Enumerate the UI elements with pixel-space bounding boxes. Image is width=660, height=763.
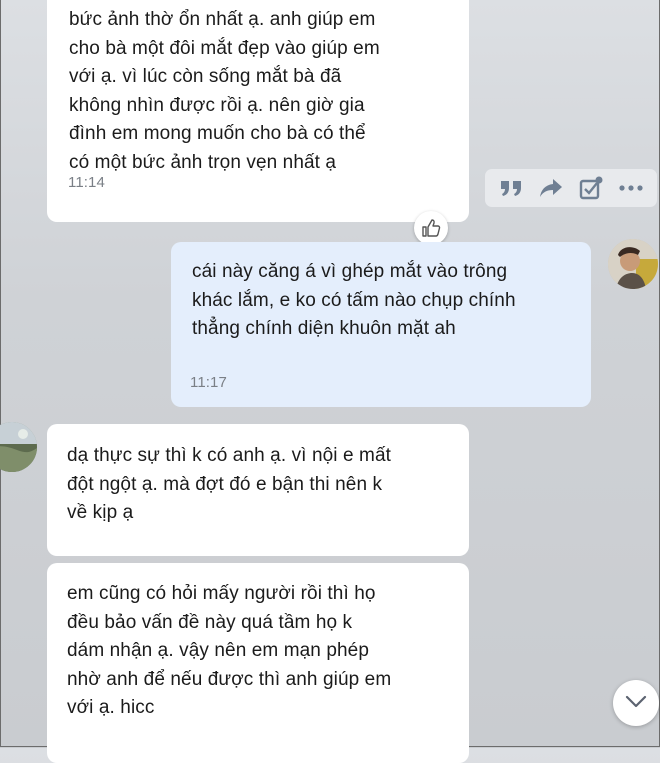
message-line: bức ảnh thờ ổn nhất ạ. anh giúp em — [69, 9, 376, 30]
incoming-message[interactable]: bức ảnh thờ ổn nhất ạ. anh giúp em cho b… — [47, 0, 469, 222]
avatar[interactable] — [0, 422, 37, 472]
message-line: nhờ anh để nếu được thì anh giúp em — [67, 668, 392, 690]
incoming-message[interactable]: dạ thực sự thì k có anh ạ. vì nội e mất … — [47, 424, 469, 556]
outgoing-message[interactable]: cái này căng á vì ghép mắt vào trông khá… — [171, 242, 591, 407]
message-line: có một bức ảnh trọn vẹn nhất ạ — [69, 151, 337, 173]
message-line: với ạ. hicc — [67, 697, 155, 718]
forward-icon[interactable] — [537, 174, 565, 202]
message-timestamp: 11:17 — [190, 374, 227, 391]
message-line: về kịp ạ — [67, 502, 134, 523]
more-icon[interactable] — [617, 174, 645, 202]
chat-window: bức ảnh thờ ổn nhất ạ. anh giúp em cho b… — [0, 0, 660, 763]
message-line: em cũng có hỏi mấy người rồi thì họ — [67, 583, 376, 604]
message-line: đều bảo vấn đề này quá tầm họ k — [67, 611, 353, 633]
message-line: với ạ. vì lúc còn sống mắt bà đã — [69, 66, 342, 87]
message-line: dám nhận ạ. vậy nên em mạn phép — [67, 640, 370, 661]
message-line: không nhìn được rồi ạ. nên giờ gia — [69, 94, 365, 116]
message-actions-toolbar — [485, 169, 657, 207]
incoming-message[interactable]: em cũng có hỏi mấy người rồi thì họ đều … — [47, 563, 469, 763]
avatar[interactable] — [608, 239, 658, 289]
message-line: khác lắm, e ko có tấm nào chụp chính — [192, 289, 516, 311]
message-line: cho bà một đôi mắt đẹp vào giúp em — [69, 37, 380, 59]
message-line: đình em mong muốn cho bà có thể — [69, 123, 366, 144]
message-line: cái này căng á vì ghép mắt vào trông — [192, 261, 508, 282]
quote-icon[interactable] — [497, 174, 525, 202]
scroll-to-bottom-button[interactable] — [613, 680, 659, 726]
message-line: đột ngột ạ. mà đợt đó e bận thi nên k — [67, 473, 383, 495]
message-line: thẳng chính diện khuôn mặt ah — [192, 318, 456, 339]
thumbs-up-icon[interactable] — [414, 211, 448, 245]
task-icon[interactable] — [577, 174, 605, 202]
message-line: dạ thực sự thì k có anh ạ. vì nội e mất — [67, 445, 391, 466]
chevron-down-icon — [625, 694, 647, 713]
message-timestamp: 11:14 — [68, 174, 105, 191]
